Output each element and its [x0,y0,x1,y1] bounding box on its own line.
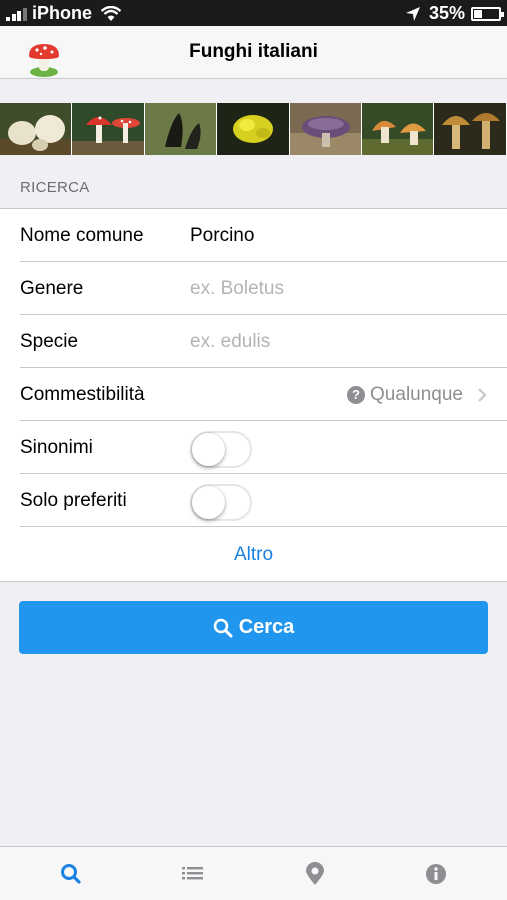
species-label: Specie [20,331,79,352]
synonyms-row: Sinonimi [0,421,507,474]
battery-percent: 35% [428,3,465,23]
battery-fill [474,9,482,18]
toggle-knob [192,433,225,466]
status-bar: iPhone 35% [0,0,507,26]
species-input[interactable] [190,325,480,359]
status-left: iPhone [6,3,122,24]
genus-input[interactable] [190,272,480,306]
wifi-icon [100,5,122,21]
search-form: Nome comune Porcino Genere Specie Commes… [0,208,507,582]
search-button[interactable]: Cerca [19,601,488,654]
map-pin-icon[interactable] [302,861,328,887]
location-arrow-icon [405,6,420,21]
page-title: Funghi italiani [189,41,318,62]
favorites-row: Solo preferiti [0,474,507,527]
photo-dark-fungus[interactable] [144,103,218,155]
navigation-bar: Funghi italiani [0,26,507,79]
tab-bar [0,846,507,900]
search-icon [213,618,233,637]
info-icon[interactable] [423,861,449,887]
more-link[interactable]: Altro [0,544,507,566]
synonyms-toggle[interactable] [190,431,252,468]
chevron-right-icon [478,388,487,402]
status-right: 35% [405,3,504,24]
search-button-label: Cerca [238,616,295,638]
common-name-label: Nome comune [20,225,144,246]
section-header: RICERCA [20,179,90,196]
common-name-field[interactable]: Porcino [190,225,254,247]
carrier-name: iPhone [32,3,93,23]
edibility-row[interactable]: Commestibilità ? Qualunque [0,368,507,421]
photo-porcini[interactable] [0,103,73,155]
toggle-knob [192,486,225,519]
list-icon[interactable] [180,861,206,887]
genus-row: Genere [0,262,507,315]
edibility-value: ? Qualunque [347,384,463,406]
genus-label: Genere [20,278,84,299]
species-row: Specie [0,315,507,368]
photo-strip [0,103,507,155]
search-icon[interactable] [58,861,84,887]
photo-brown-cap[interactable] [434,103,507,155]
photo-yellow-fungus[interactable] [217,103,290,155]
synonyms-label: Sinonimi [20,437,93,458]
photo-orange-cap[interactable] [361,103,435,155]
question-circle-icon: ? [347,386,366,404]
favorites-label: Solo preferiti [20,490,127,511]
photo-purple-cap[interactable] [289,103,362,155]
signal-icon [6,7,28,21]
battery-icon [471,6,504,21]
photo-amanita[interactable] [72,103,145,155]
edibility-label: Commestibilità [20,384,145,405]
edibility-value-text: Qualunque [370,384,463,405]
favorites-toggle[interactable] [190,484,252,521]
common-name-row: Nome comune Porcino [0,209,507,262]
